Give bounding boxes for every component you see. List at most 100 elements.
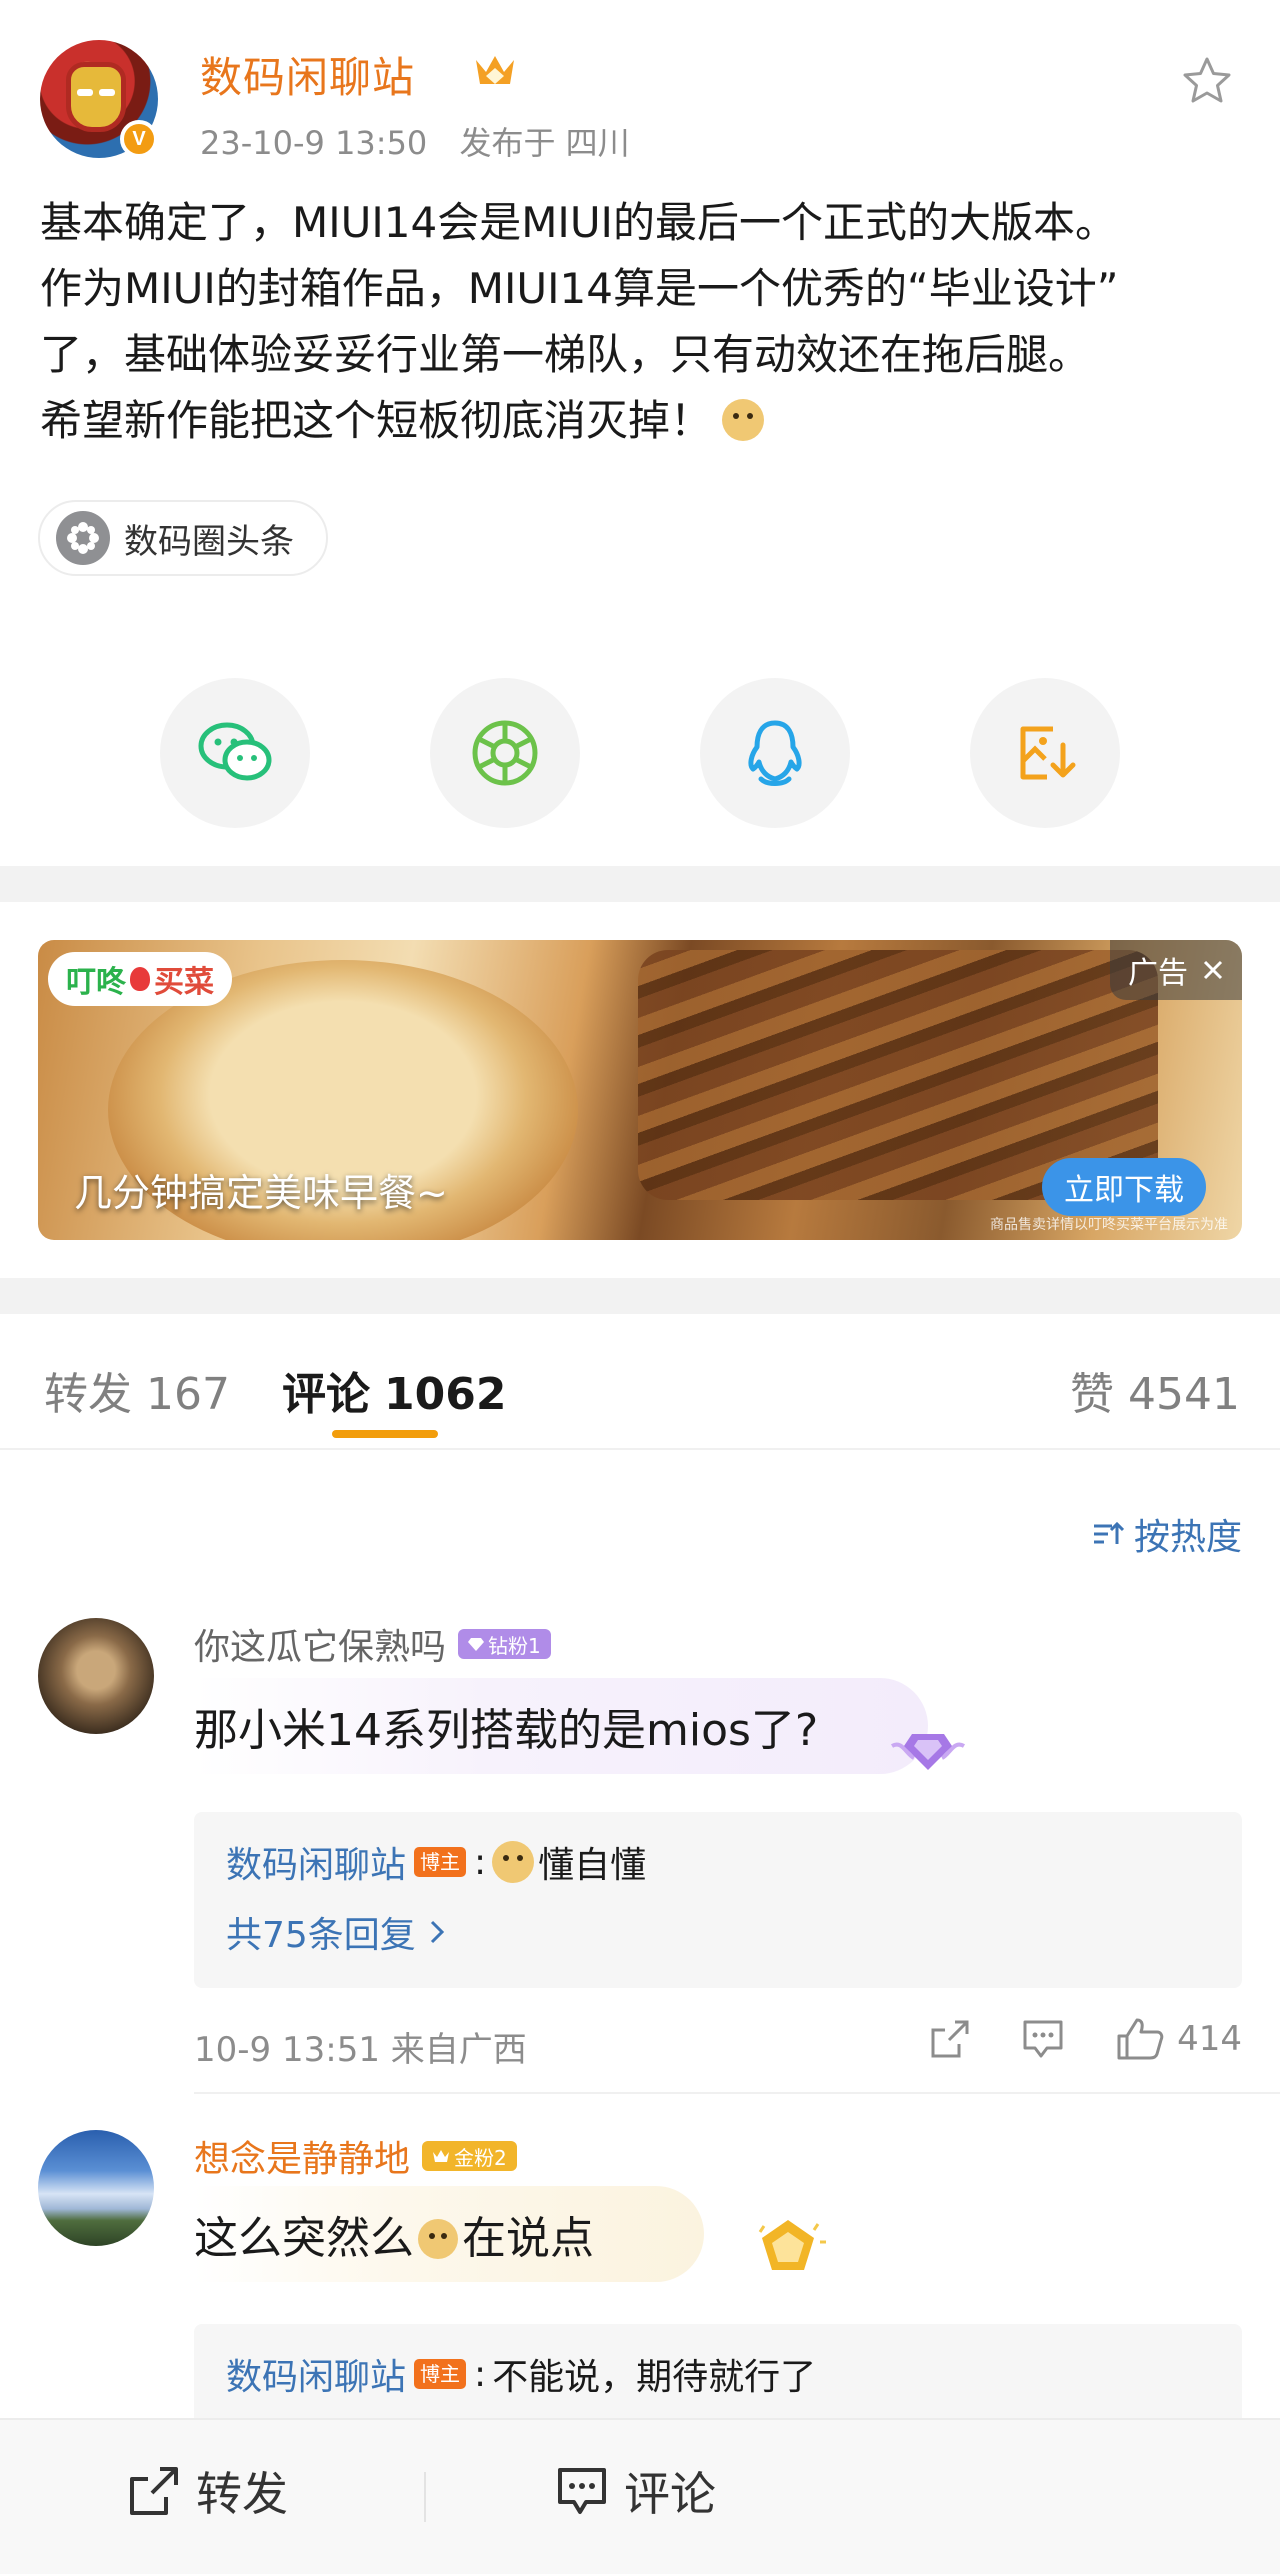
doge-emoji-icon	[418, 2219, 458, 2259]
comment-separator	[194, 2092, 1280, 2094]
fan-badge: 钻粉1	[458, 1629, 551, 1659]
ad-brand-suffix: 买菜	[154, 965, 214, 1000]
tab-repost-count: 167	[146, 1369, 230, 1420]
ad-caption: 几分钟搞定美味早餐~	[74, 1171, 448, 1215]
ad-tag-label: 广告	[1128, 956, 1188, 991]
moments-icon	[472, 720, 538, 786]
qq-icon	[748, 720, 802, 786]
blogger-tag: 博主	[414, 1847, 467, 1877]
tab-comments[interactable]: 评论 1062	[282, 1358, 506, 1422]
share-wechat-button[interactable]	[160, 678, 310, 828]
bottom-separator	[424, 2472, 426, 2522]
ad-brand-prefix: 叮咚	[66, 965, 126, 1000]
bottom-comment-label: 评论	[624, 2467, 716, 2521]
ad-download-button[interactable]: 立即下载	[1042, 1158, 1206, 1216]
tab-repost[interactable]: 转发 167	[44, 1358, 230, 1422]
reply-more-link[interactable]: 共75条回复	[226, 1906, 446, 1958]
ad-brand-logo: 叮咚 买菜	[48, 952, 232, 1006]
tab-comments-label: 评论	[282, 1369, 370, 1420]
commenter-name-row: 想念是静静地 金粉2	[194, 2130, 517, 2182]
ad-footnote: 商品售卖详情以叮咚买菜平台展示为准	[990, 1217, 1228, 1233]
ironman-face-icon	[66, 62, 126, 132]
fan-badge: 金粉2	[422, 2141, 517, 2171]
reply-line: 数码闲聊站 博主 : 不能说，期待就行了	[226, 2348, 816, 2400]
tab-likes-count: 4541	[1128, 1369, 1240, 1420]
commenter-name[interactable]: 想念是静静地	[194, 2130, 410, 2182]
reply-colon: :	[474, 2353, 487, 2395]
share-save-image-button[interactable]	[970, 678, 1120, 828]
wechat-icon	[198, 722, 272, 781]
comment-like-button[interactable]: 414	[1115, 2016, 1242, 2062]
author-name[interactable]: 数码闲聊站	[200, 44, 415, 105]
sort-icon	[1093, 1521, 1124, 1544]
share-row	[160, 678, 1120, 828]
tab-repost-label: 转发	[44, 1369, 132, 1420]
verified-badge: V	[120, 120, 158, 158]
crown-icon	[433, 2150, 450, 2162]
chevron-right-icon	[430, 1920, 444, 1944]
comment-share-button[interactable]	[929, 2018, 971, 2060]
sort-toggle[interactable]: 按热度	[1092, 1508, 1242, 1560]
post-meta: 23-10-9 13:50 发布于 四川	[200, 118, 652, 164]
comment-bubble: 这么突然么 在说点	[194, 2186, 704, 2282]
commenter-name-row: 你这瓜它保熟吗 钻粉1	[194, 1618, 551, 1670]
repost-icon	[130, 2467, 178, 2515]
post-line-last: 希望新作能把这个短板彻底消灭掉！	[40, 388, 1250, 454]
blogger-tag: 博主	[414, 2359, 467, 2389]
tab-likes-label: 赞	[1070, 1369, 1115, 1420]
fan-badge-label: 钻粉1	[488, 1633, 541, 1658]
close-icon[interactable]	[1202, 959, 1224, 981]
section-divider	[0, 1278, 1280, 1314]
tab-comments-count: 1062	[384, 1369, 507, 1420]
post-line: 作为MIUI的封箱作品，MIUI14算是一个优秀的“毕业设计”	[40, 264, 1119, 313]
comment-text-part: 在说点	[462, 2213, 594, 2264]
comment-text-part: 这么突然么	[194, 2213, 414, 2264]
comment-meta: 10-9 13:51 来自广西	[194, 2030, 527, 2070]
diamond-fan-icon	[890, 1734, 966, 1770]
strawberry-icon	[130, 967, 150, 991]
save-image-icon	[1020, 726, 1076, 780]
reply-author[interactable]: 数码闲聊站	[226, 1836, 406, 1888]
section-divider	[0, 866, 1280, 902]
thumbs-up-icon	[1117, 2018, 1164, 2060]
reply-line: 数码闲聊站 博主 : 懂自懂	[226, 1836, 646, 1888]
ad-banner[interactable]: 叮咚 买菜 广告 几分钟搞定美味早餐~ 立即下载 商品售卖详情以叮咚买菜平台展示为…	[38, 940, 1242, 1240]
ad-tag[interactable]: 广告	[1110, 940, 1242, 1000]
author-avatar[interactable]: V	[40, 40, 158, 158]
post-line: 希望新作能把这个短板彻底消灭掉！	[40, 396, 713, 445]
interaction-tabs: 转发 167 评论 1062 赞 4541	[0, 1316, 1280, 1450]
commenter-avatar[interactable]	[38, 1618, 154, 1734]
doge-emoji-icon	[492, 1841, 535, 1883]
post-content: 基本确定了，MIUI14会是MIUI的最后一个正式的大版本。 作为MIUI的封箱…	[40, 190, 1250, 454]
reply-text: 懂自懂	[538, 1845, 647, 1886]
bottom-action-bar: 转发 评论	[0, 2418, 1280, 2574]
share-moments-button[interactable]	[430, 678, 580, 828]
post-line: 基本确定了，MIUI14会是MIUI的最后一个正式的大版本。	[40, 198, 1117, 247]
share-qq-button[interactable]	[700, 678, 850, 828]
bottom-comment-button[interactable]: 评论	[556, 2458, 716, 2524]
comment-item: 想念是静静地 金粉2 这么突然么 在说点 数码闲聊站 博主 : 不能说，期待就行了	[0, 2130, 1280, 2444]
post-date: 23-10-9 13:50	[200, 124, 428, 162]
gold-fan-icon	[758, 2220, 826, 2270]
bottom-repost-button[interactable]: 转发	[128, 2458, 288, 2524]
favorite-star-icon[interactable]	[1180, 54, 1234, 108]
reply-author[interactable]: 数码闲聊站	[226, 2348, 406, 2400]
doge-emoji-icon	[722, 399, 765, 441]
reply-more-label: 共75条回复	[226, 1915, 416, 1956]
topic-chip[interactable]: 数码圈头条	[38, 500, 328, 576]
active-tab-indicator	[332, 1430, 438, 1438]
tab-likes[interactable]: 赞 4541	[1070, 1358, 1240, 1422]
reply-box[interactable]: 数码闲聊站 博主 : 懂自懂 共75条回复	[194, 1812, 1242, 1988]
comment-reply-button[interactable]	[1021, 2018, 1065, 2060]
fan-badge-label: 金粉2	[454, 2145, 507, 2170]
topic-label: 数码圈头条	[124, 521, 294, 562]
reply-text: 不能说，期待就行了	[492, 2357, 817, 2398]
comment-actions: 414	[879, 2016, 1242, 2062]
comment-text: 那小米14系列搭载的是mios了?	[194, 1705, 819, 1756]
comment-item: 你这瓜它保熟吗 钻粉1 那小米14系列搭载的是mios了? 数码闲聊站 博主 :…	[0, 1618, 1280, 2098]
comment-bubble: 那小米14系列搭载的是mios了?	[194, 1678, 929, 1774]
commenter-name[interactable]: 你这瓜它保熟吗	[194, 1618, 446, 1670]
reply-colon: :	[474, 1841, 487, 1883]
diamond-icon	[468, 1638, 485, 1651]
commenter-avatar[interactable]	[38, 2130, 154, 2246]
